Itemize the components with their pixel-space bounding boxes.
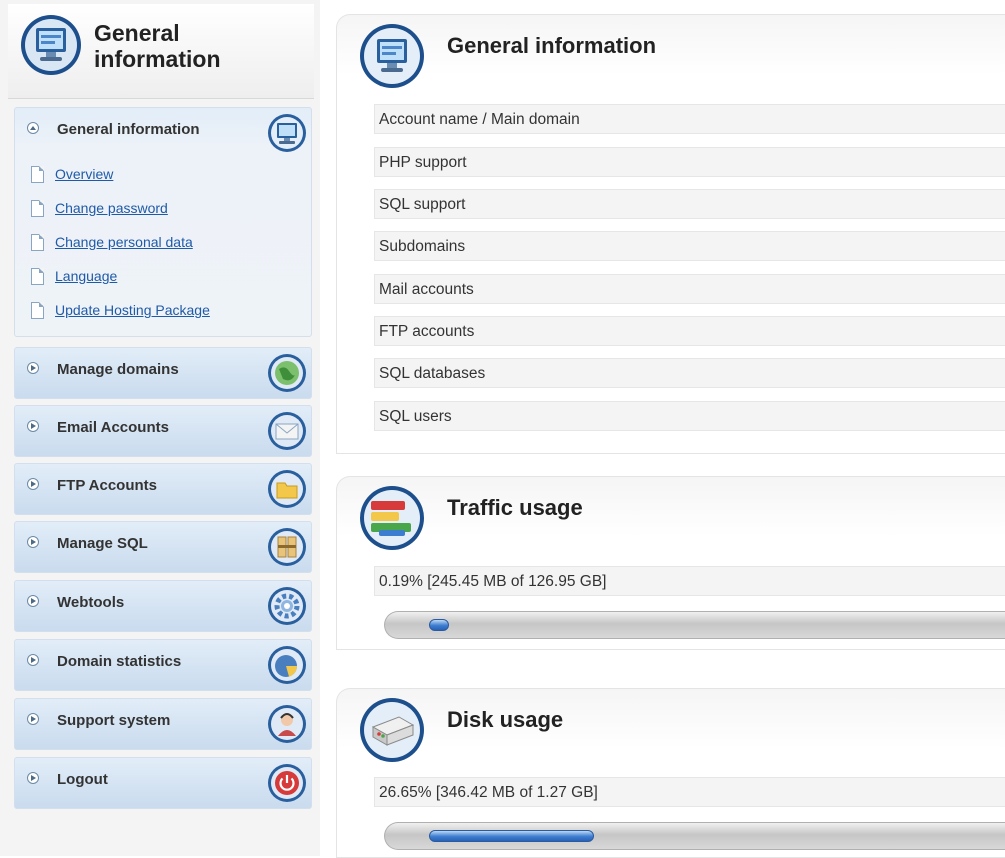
general-info-title: General information <box>447 33 657 58</box>
menu-general-information[interactable]: General information Overview Change pass… <box>14 107 312 337</box>
disk-usage-title: Disk usage <box>447 707 564 732</box>
menu-label: Manage SQL <box>57 535 148 552</box>
collapse-arrow-icon[interactable] <box>27 122 39 134</box>
monitor-icon <box>21 15 81 75</box>
sidebar-title-line2: information <box>94 46 221 72</box>
monitor-icon <box>268 114 306 152</box>
page-icon <box>31 200 44 217</box>
page-icon <box>31 234 44 251</box>
traffic-usage-progress-fill <box>429 619 449 631</box>
menu-label: Support system <box>57 712 171 729</box>
page-icon <box>31 302 44 319</box>
gear-icon <box>268 587 306 625</box>
expand-arrow-icon[interactable] <box>27 595 39 607</box>
traffic-usage-text-row: 0.19% [245.45 MB of 126.95 GB] <box>374 566 1005 596</box>
folder-icon <box>268 470 306 508</box>
menu-label: Webtools <box>57 594 125 611</box>
info-row-sql-databases: SQL databases <box>374 358 1005 388</box>
menu-logout[interactable]: Logout <box>14 757 312 809</box>
menu-ftp-accounts[interactable]: FTP Accounts <box>14 463 312 515</box>
menu-webtools[interactable]: Webtools <box>14 580 312 632</box>
info-row-sql-users: SQL users <box>374 401 1005 431</box>
menu-email-accounts[interactable]: Email Accounts <box>14 405 312 457</box>
info-row-account-name: Account name / Main domain <box>374 104 1005 134</box>
page-icon <box>31 268 44 285</box>
menu-manage-domains[interactable]: Manage domains <box>14 347 312 399</box>
support-agent-icon <box>268 705 306 743</box>
pie-chart-icon <box>268 646 306 684</box>
disk-usage-text: 26.65% [346.42 MB of 1.27 GB] <box>379 784 598 801</box>
menu-label: FTP Accounts <box>57 477 158 494</box>
info-row-ftp-accounts: FTP accounts <box>374 316 1005 346</box>
sidebar-header: General information <box>8 4 314 99</box>
info-row-label: Subdomains <box>379 238 466 255</box>
menu-domain-statistics[interactable]: Domain statistics <box>14 639 312 691</box>
database-icon <box>268 528 306 566</box>
expand-arrow-icon[interactable] <box>27 420 39 432</box>
menu-support-system[interactable]: Support system <box>14 698 312 750</box>
info-row-sql-support: SQL support <box>374 189 1005 219</box>
envelope-icon <box>268 412 306 450</box>
menu-label: General information <box>57 121 200 138</box>
info-row-mail-accounts: Mail accounts <box>374 274 1005 304</box>
expand-arrow-icon[interactable] <box>27 772 39 784</box>
menu-label: Email Accounts <box>57 419 169 436</box>
expand-arrow-icon[interactable] <box>27 654 39 666</box>
disk-usage-progress-bar <box>384 822 1005 850</box>
language-link[interactable]: Language <box>55 268 117 284</box>
menu-label: Logout <box>57 771 108 788</box>
disk-usage-text-row: 26.65% [346.42 MB of 1.27 GB] <box>374 777 1005 807</box>
traffic-usage-text: 0.19% [245.45 MB of 126.95 GB] <box>379 573 607 590</box>
overview-link[interactable]: Overview <box>55 166 113 182</box>
page-icon <box>31 166 44 183</box>
traffic-usage-title: Traffic usage <box>447 495 583 520</box>
menu-label: Domain statistics <box>57 653 182 670</box>
info-row-label: FTP accounts <box>379 323 475 340</box>
change-personal-data-link[interactable]: Change personal data <box>55 234 193 250</box>
sidebar-title-line1: General <box>94 20 180 46</box>
monitor-icon <box>360 24 424 88</box>
expand-arrow-icon[interactable] <box>27 713 39 725</box>
menu-manage-sql[interactable]: Manage SQL <box>14 521 312 573</box>
bar-chart-icon <box>360 486 424 550</box>
info-row-label: PHP support <box>379 154 467 171</box>
power-icon <box>268 764 306 802</box>
update-hosting-package-link[interactable]: Update Hosting Package <box>55 302 210 318</box>
info-row-label: SQL support <box>379 196 466 213</box>
info-row-label: SQL databases <box>379 365 486 382</box>
info-row-label: Account name / Main domain <box>379 111 580 128</box>
info-row-php-support: PHP support <box>374 147 1005 177</box>
expand-arrow-icon[interactable] <box>27 536 39 548</box>
expand-arrow-icon[interactable] <box>27 478 39 490</box>
info-row-subdomains: Subdomains <box>374 231 1005 261</box>
expand-arrow-icon[interactable] <box>27 362 39 374</box>
change-password-link[interactable]: Change password <box>55 200 168 216</box>
menu-label: Manage domains <box>57 361 179 378</box>
hard-disk-icon <box>360 698 424 762</box>
sidebar: General information General information … <box>0 0 320 856</box>
globe-icon <box>268 354 306 392</box>
info-row-label: Mail accounts <box>379 281 474 298</box>
info-row-label: SQL users <box>379 408 452 425</box>
sidebar-title: General information <box>94 20 294 72</box>
disk-usage-progress-fill <box>429 830 595 842</box>
traffic-usage-progress-bar <box>384 611 1005 639</box>
